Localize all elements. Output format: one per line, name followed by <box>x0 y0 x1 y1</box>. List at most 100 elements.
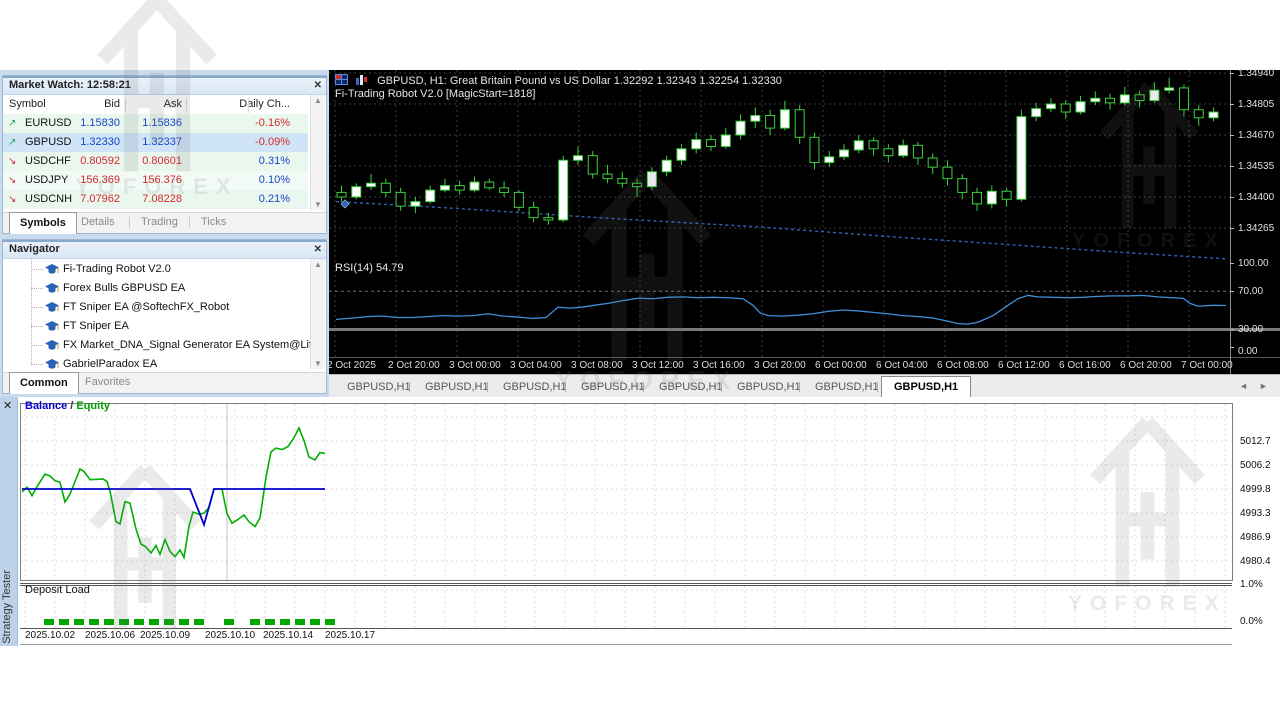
navigator-item-label: FT Sniper EA @SoftechFX_Robot <box>63 298 229 317</box>
time-axis-label: 6 Oct 04:00 <box>876 360 928 371</box>
market-watch-titlebar[interactable]: Market Watch: 12:58:21 ✕ <box>3 76 326 95</box>
market-watch-scrollbar[interactable]: ▲ ▼ <box>310 95 325 210</box>
close-icon[interactable]: ✕ <box>314 242 322 257</box>
table-row-gbpusd[interactable]: ↗ GBPUSD 1.32330 1.32337 -0.09% <box>3 133 308 152</box>
table-row-usdchf[interactable]: ↘ USDCHF 0.80592 0.80601 0.31% <box>3 152 308 171</box>
quotes-table-icon[interactable] <box>335 74 348 85</box>
price-axis-label: 1.34400 <box>1238 192 1274 203</box>
tab-favorites[interactable]: Favorites <box>75 373 140 392</box>
trend-down-icon: ↘ <box>8 171 20 190</box>
navigator-item[interactable]: FT Sniper EA <box>3 317 306 336</box>
daily-change-value: -0.16% <box>255 114 290 133</box>
price-axis[interactable]: 1.349401.348051.346701.345351.344001.342… <box>1230 70 1280 374</box>
navigator-item[interactable]: Forex Bulls GBPUSD EA <box>3 279 306 298</box>
tabs-scroll-right-icon[interactable]: ► <box>1259 381 1268 391</box>
time-axis-label: 6 Oct 16:00 <box>1059 360 1111 371</box>
expert-advisor-icon <box>45 283 59 294</box>
pane-splitter[interactable] <box>329 328 1280 331</box>
bid-value: 1.32330 <box>80 133 120 152</box>
navigator-titlebar[interactable]: Navigator ✕ <box>3 240 326 259</box>
expert-advisor-icon <box>45 264 59 275</box>
scroll-down-icon[interactable]: ▼ <box>311 200 325 209</box>
trend-down-icon: ↘ <box>8 152 20 171</box>
trend-up-icon: ↗ <box>8 114 20 133</box>
table-row-usdcnh[interactable]: ↘ USDCNH 7.07962 7.08228 0.21% <box>3 190 308 209</box>
tester-date-label: 2025.10.17 <box>325 630 375 641</box>
price-chart-canvas[interactable] <box>329 70 1230 358</box>
tab-ticks[interactable]: Ticks <box>191 213 236 232</box>
tree-twig <box>31 288 43 289</box>
trend-up-icon: ↗ <box>8 133 20 152</box>
tester-date-label: 2025.10.09 <box>140 630 190 641</box>
tab-details[interactable]: Details <box>71 213 125 232</box>
symbol-label: EURUSD <box>25 114 71 133</box>
time-axis[interactable]: 2 Oct 20252 Oct 20:003 Oct 00:003 Oct 04… <box>329 358 1280 374</box>
price-axis-label: 1.34940 <box>1238 68 1274 79</box>
column-header-bid[interactable]: Bid <box>104 98 120 110</box>
axis-tick <box>1230 263 1234 264</box>
navigator-item-label: Forex Bulls GBPUSD EA <box>63 279 185 298</box>
strategy-tester-panel: ✕ Strategy Tester Balance / Equity Depos… <box>0 397 1280 646</box>
symbol-label: USDJPY <box>25 171 68 190</box>
time-axis-label: 3 Oct 00:00 <box>449 360 501 371</box>
rsi-axis-label: 100.00 <box>1238 258 1269 269</box>
column-header-symbol[interactable]: Symbol <box>9 98 46 110</box>
ask-value: 0.80601 <box>142 152 182 171</box>
tab-divider <box>877 382 878 392</box>
time-axis-label: 2 Oct 20:00 <box>388 360 440 371</box>
tab-divider <box>129 217 130 228</box>
navigator-item-label: Fi-Trading Robot V2.0 <box>63 260 171 279</box>
time-axis-label: 3 Oct 04:00 <box>510 360 562 371</box>
time-axis-label: 3 Oct 16:00 <box>693 360 745 371</box>
chart-tab-7[interactable]: GBPUSD,H1 <box>881 376 971 398</box>
left-dock: Market Watch: 12:58:21 ✕ Symbol Bid Ask … <box>0 70 329 397</box>
tab-common[interactable]: Common <box>9 372 79 394</box>
tree-twig <box>31 307 43 308</box>
axis-tick <box>1230 197 1234 198</box>
column-header-ask[interactable]: Ask <box>164 98 182 110</box>
scroll-up-icon[interactable]: ▲ <box>311 260 325 269</box>
tester-date-label: 2025.10.06 <box>85 630 135 641</box>
tab-trading[interactable]: Trading <box>131 213 188 232</box>
axis-tick <box>1230 329 1234 330</box>
daily-change-value: 0.10% <box>259 171 290 190</box>
table-row-eurusd[interactable]: ↗ EURUSD 1.15830 1.15836 -0.16% <box>3 114 308 133</box>
chart-shift-icon[interactable] <box>355 74 368 85</box>
close-icon[interactable]: ✕ <box>3 399 12 412</box>
price-axis-label: 1.34805 <box>1238 99 1274 110</box>
tree-twig <box>31 269 43 270</box>
chart-tabbar: ◄ ► GBPUSD,H1GBPUSD,H1GBPUSD,H1GBPUSD,H1… <box>329 374 1280 397</box>
tab-divider <box>487 382 488 392</box>
axis-tick <box>1230 347 1234 348</box>
tester-chart-canvas[interactable] <box>20 403 1233 645</box>
strategy-tester-label: Strategy Tester <box>1 570 13 644</box>
strategy-tester-sidebar[interactable]: ✕ Strategy Tester <box>0 397 18 646</box>
rsi-axis-label: 70.00 <box>1238 286 1263 297</box>
navigator-item[interactable]: FT Sniper EA @SoftechFX_Robot <box>3 298 306 317</box>
navigator-panel: Navigator ✕ Fi-Trading Robot V2.0Forex B… <box>2 239 327 394</box>
ea-title: Fi-Trading Robot V2.0 [MagicStart=1818] <box>335 88 535 100</box>
column-header-change[interactable]: Daily Ch... <box>239 98 290 110</box>
navigator-item-label: FT Sniper EA <box>63 317 129 336</box>
navigator-item[interactable]: FX Market_DNA_Signal Generator EA System… <box>3 336 306 355</box>
tabs-scroll-left-icon[interactable]: ◄ <box>1239 381 1248 391</box>
symbol-label: GBPUSD <box>25 133 71 152</box>
market-watch-header[interactable]: Symbol Bid Ask Daily Ch... <box>3 95 308 115</box>
daily-change-value: 0.21% <box>259 190 290 209</box>
time-axis-label: 3 Oct 20:00 <box>754 360 806 371</box>
scroll-up-icon[interactable]: ▲ <box>311 96 325 105</box>
navigator-item[interactable]: Fi-Trading Robot V2.0 <box>3 260 306 279</box>
expert-advisor-icon <box>45 321 59 332</box>
tester-value-label: 4980.4 <box>1240 556 1271 567</box>
close-icon[interactable]: ✕ <box>314 78 322 93</box>
bid-value: 156.369 <box>80 171 120 190</box>
navigator-tabbar: Common Favorites <box>3 372 326 393</box>
tester-date-label: 2025.10.10 <box>205 630 255 641</box>
table-row-usdjpy[interactable]: ↘ USDJPY 156.369 156.376 0.10% <box>3 171 308 190</box>
tester-legend: Balance / Equity <box>25 400 110 412</box>
tab-divider <box>409 382 410 392</box>
trend-down-icon: ↘ <box>8 190 20 209</box>
navigator-scrollbar[interactable]: ▲ ▼ <box>310 259 325 369</box>
tab-symbols[interactable]: Symbols <box>9 212 77 234</box>
scroll-down-icon[interactable]: ▼ <box>311 359 325 368</box>
